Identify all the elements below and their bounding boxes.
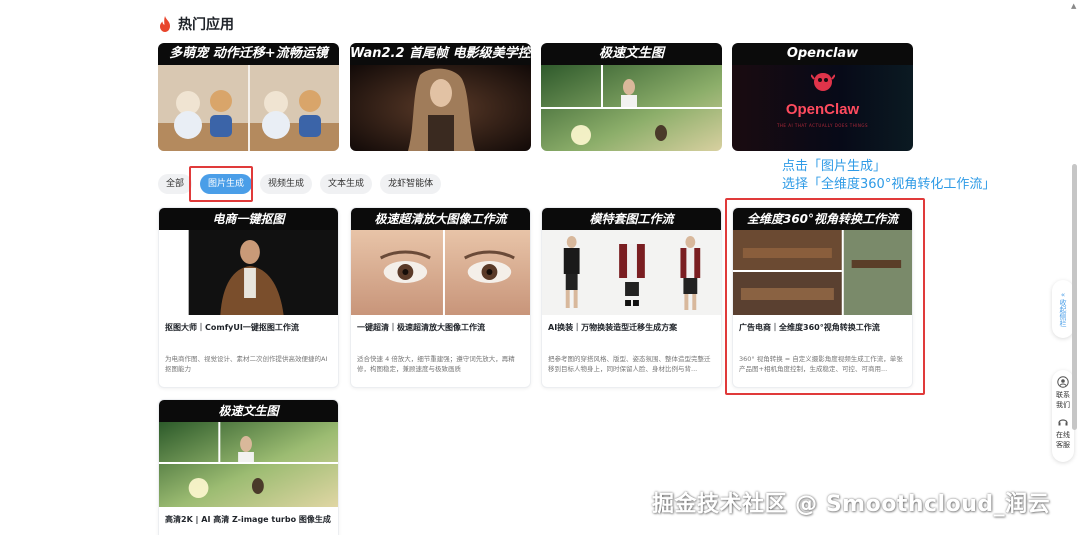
tab-image-generation[interactable]: 图片生成: [200, 174, 253, 194]
hot-app-title: 多萌宠 动作迁移+流畅运镜: [158, 43, 339, 65]
360-view-thumbnail: [733, 230, 912, 315]
annotation-line-2: 选择「全维度360°视角转化工作流」: [782, 177, 996, 192]
collapse-sidebar-label: 收起侧栏: [1059, 299, 1067, 327]
section-header: 热门应用: [158, 14, 234, 34]
contact-us-button[interactable]: 联系我们: [1055, 390, 1071, 410]
contact-widget: 联系我们 在线客服: [1052, 370, 1074, 462]
hot-app-title: 极速文生图: [541, 43, 722, 65]
double-chevron-icon: «: [1060, 291, 1066, 299]
watermark: 掘金技术社区 @ Smoothcloud_润云: [652, 492, 1051, 517]
category-tabs: 全部 图片生成 视频生成 文本生成 龙虾智能体: [158, 174, 442, 194]
app-card-title: 极速超清放大图像工作流: [351, 208, 530, 230]
app-card-outfit[interactable]: 模特套图工作流 AI换装｜万物换装造型迁移生成方案 把参考图的穿搭风格、版型、姿…: [541, 207, 722, 388]
flame-icon: [160, 16, 170, 32]
wan22-thumbnail: [350, 65, 531, 151]
tab-text-generation[interactable]: 文本生成: [320, 174, 373, 194]
online-service-button[interactable]: 在线客服: [1055, 430, 1071, 450]
tab-all[interactable]: 全部: [158, 174, 193, 194]
app-card-name: 一键超清｜极速超清放大图像工作流: [357, 323, 485, 332]
app-card-desc: 适合快速 4 倍放大，细节重建强；遵守词先放大，再精修，构图稳定，兼顾速度与极致…: [357, 355, 515, 373]
upscale-thumbnail: [351, 230, 530, 315]
scrollbar-thumb[interactable]: [1072, 164, 1077, 430]
app-card-fast-t2i[interactable]: 极速文生图 高清2K | AI 高清 Z-image turbo 图像生成: [158, 399, 339, 535]
fast-t2i-card-thumbnail: [159, 422, 338, 507]
hot-app-title: Wan2.2 首尾帧 电影级美学控制: [350, 43, 531, 65]
hot-app-card-pets[interactable]: 多萌宠 动作迁移+流畅运镜: [158, 43, 339, 151]
tab-video-generation[interactable]: 视频生成: [260, 174, 313, 194]
app-card-name: 抠图大师｜ComfyUI一键抠图工作流: [165, 323, 299, 332]
app-card-title: 全维度360°视角转换工作流: [733, 208, 912, 230]
fast-t2i-thumbnail: [541, 65, 722, 151]
app-card-name: 高清2K | AI 高清 Z-image turbo 图像生成: [165, 515, 331, 524]
app-card-upscale[interactable]: 极速超清放大图像工作流 一键超清｜极速超清放大图像工作流 适合快速 4 倍放大，…: [350, 207, 531, 388]
page: 热门应用 多萌宠 动作迁移+流畅运镜 Wan2.2 首尾帧 电影级美学控制 极速…: [0, 0, 1080, 535]
hot-app-card-wan22[interactable]: Wan2.2 首尾帧 电影级美学控制: [350, 43, 531, 151]
hot-app-card-openclaw[interactable]: Openclaw OpenClaw THE AI THAT ACTUALLY D…: [732, 43, 913, 151]
openclaw-tagline: THE AI THAT ACTUALLY DOES THINGS: [776, 123, 869, 128]
app-card-name: AI换装｜万物换装造型迁移生成方案: [548, 323, 678, 332]
outfit-thumbnail: [542, 230, 721, 315]
hot-app-title: Openclaw: [732, 43, 913, 65]
tab-lobster-agent[interactable]: 龙虾智能体: [380, 174, 442, 194]
cutout-thumbnail: [159, 230, 338, 315]
openclaw-logo-icon: [811, 73, 835, 91]
app-card-desc: 为电商作图、视觉设计、素材二次创作提供高效便捷的AI 抠图能力: [165, 355, 328, 373]
app-card-desc: 360° 视角转换 = 自定义摄影角度视频生成工作流，单张产品图+相机角度控制，…: [739, 355, 903, 373]
app-card-360-view[interactable]: 全维度360°视角转换工作流 广告电商｜全维度360°视角转换工作流 360° …: [732, 207, 913, 388]
headset-icon: [1058, 419, 1068, 426]
app-card-cutout[interactable]: 电商一键抠图 抠图大师｜ComfyUI一键抠图工作流 为电商作图、视觉设计、素材…: [158, 207, 339, 388]
app-card-desc: 把参考图的穿搭风格、版型、姿态氛围、整体造型完整迁移到目标人物身上，同时保留人脸…: [548, 355, 711, 373]
section-title: 热门应用: [178, 17, 234, 33]
app-card-name: 广告电商｜全维度360°视角转换工作流: [739, 323, 880, 332]
scroll-up-icon[interactable]: ▲: [1071, 2, 1076, 10]
user-icon: [1057, 376, 1069, 388]
annotation: 点击「图片生成」 选择「全维度360°视角转化工作流」: [782, 158, 995, 194]
collapse-sidebar-button[interactable]: « 收起侧栏: [1052, 280, 1074, 338]
app-card-title: 电商一键抠图: [159, 208, 338, 230]
pets-thumbnail: [158, 65, 339, 151]
openclaw-thumbnail: OpenClaw THE AI THAT ACTUALLY DOES THING…: [732, 65, 913, 151]
app-card-title: 模特套图工作流: [542, 208, 721, 230]
app-card-title: 极速文生图: [159, 400, 338, 422]
hot-app-card-fast-t2i[interactable]: 极速文生图: [541, 43, 722, 151]
openclaw-logo-text: OpenClaw: [785, 101, 860, 118]
annotation-line-1: 点击「图片生成」: [782, 159, 887, 174]
